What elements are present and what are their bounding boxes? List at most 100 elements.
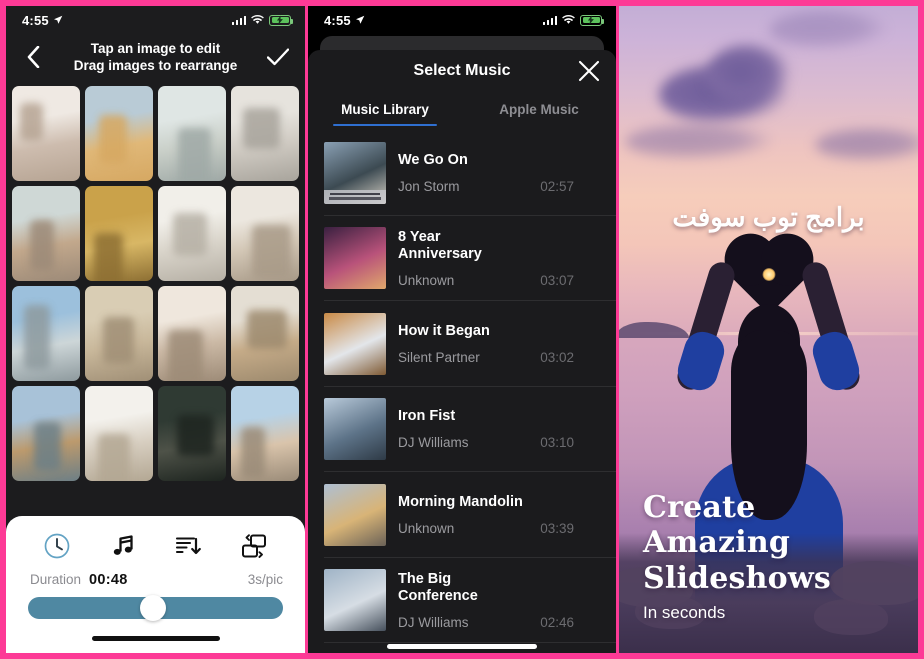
transition-icon [242, 534, 267, 558]
track-artist: Unknown [398, 520, 455, 536]
photo-thumbnail[interactable] [12, 86, 80, 181]
tab-label: Apple Music [499, 101, 579, 117]
duration-tool-button[interactable] [34, 530, 80, 562]
left-phone-panel: 4:55 Tap an image to edit Drag images to… [0, 0, 308, 659]
photo-thumbnail[interactable] [12, 186, 80, 281]
photo-thumbnail[interactable] [158, 386, 226, 481]
album-art [324, 483, 386, 546]
track-meta: The Big Conference DJ Williams 02:46 [398, 571, 602, 630]
sheet-header: Select Music [308, 50, 616, 92]
track-row[interactable]: Iron Fist DJ Williams 03:10 [308, 387, 616, 473]
track-title: How it Began [398, 322, 490, 339]
track-subrow: Silent Partner 03:02 [398, 350, 602, 365]
track-row[interactable]: How it Began Silent Partner 03:02 [308, 301, 616, 387]
music-tool-button[interactable] [100, 530, 146, 562]
track-title: Morning Mandolin [398, 493, 523, 510]
order-tool-button[interactable] [165, 530, 211, 562]
status-bar-left: 4:55 [6, 6, 305, 34]
photo-grid [6, 86, 305, 489]
photo-thumbnail[interactable] [158, 86, 226, 181]
track-duration: 03:07 [540, 272, 574, 288]
track-artist: Silent Partner [398, 349, 480, 365]
clock-icon [44, 533, 70, 559]
photo-thumbnail[interactable] [12, 386, 80, 481]
tab-apple-music[interactable]: Apple Music [462, 92, 616, 126]
right-promo-panel: برامج توب سوفت Create Amazing Slideshows… [616, 0, 924, 659]
left-panel-inner: 4:55 Tap an image to edit Drag images to… [6, 6, 305, 653]
track-meta: We Go On Jon Storm 02:57 [398, 152, 602, 194]
blurred-subject [242, 107, 280, 149]
confirm-button[interactable] [265, 48, 291, 66]
album-art [324, 141, 386, 204]
track-subrow: Unknown 03:07 [398, 273, 602, 288]
photo-thumbnail[interactable] [158, 286, 226, 381]
blurred-subject [178, 127, 212, 181]
duration-slider-wrap [18, 588, 293, 621]
headline-line-1: Create [643, 489, 756, 525]
photo-thumbnail[interactable] [85, 386, 153, 481]
cellular-signal-icon [231, 15, 246, 25]
photo-thumbnail[interactable] [85, 286, 153, 381]
track-artist: DJ Williams [398, 435, 469, 451]
blurred-subject [252, 224, 291, 280]
track-list: We Go On Jon Storm 02:57 8 Year Anniversary… [308, 130, 616, 653]
track-row[interactable]: The Big Conference DJ Williams 02:46 [308, 558, 616, 644]
blurred-subject [167, 329, 203, 381]
transition-tool-button[interactable] [231, 530, 277, 562]
photo-thumbnail[interactable] [158, 186, 226, 281]
track-subrow: DJ Williams 02:46 [398, 615, 602, 630]
album-art [324, 569, 386, 632]
edit-header: Tap an image to edit Drag images to rear… [6, 34, 305, 86]
blurred-subject [241, 426, 265, 480]
photo-thumbnail[interactable] [85, 86, 153, 181]
location-arrow-icon [355, 15, 365, 24]
blurred-subject [33, 422, 61, 472]
album-art [324, 227, 386, 290]
battery-charging-icon [580, 14, 604, 26]
track-row[interactable]: We Go On Jon Storm 02:57 [308, 130, 616, 216]
close-button[interactable] [576, 58, 602, 84]
status-time: 4:55 [22, 12, 49, 28]
page-title-line2: Drag images to rearrange [73, 58, 238, 73]
photo-thumbnail[interactable] [231, 386, 299, 481]
track-artist: Unknown [398, 272, 455, 288]
album-art [324, 398, 386, 461]
promo-artwork: برامج توب سوفت Create Amazing Slideshows… [619, 6, 918, 653]
photo-thumbnail[interactable] [231, 86, 299, 181]
charging-bolt-icon [276, 15, 283, 25]
photo-thumbnail[interactable] [12, 286, 80, 381]
battery-charging-icon [269, 14, 293, 26]
track-title: We Go On [398, 151, 468, 168]
duration-label: Duration [30, 572, 82, 587]
music-note-icon [113, 535, 133, 555]
back-button[interactable] [20, 46, 46, 68]
wifi-icon [562, 15, 575, 24]
blurred-subject [24, 305, 51, 370]
track-row[interactable]: 8 Year Anniversary Unknown 03:07 [308, 216, 616, 302]
tab-music-library[interactable]: Music Library [308, 92, 462, 126]
photo-thumbnail[interactable] [231, 186, 299, 281]
app-screenshot: 4:55 Tap an image to edit Drag images to… [0, 0, 924, 659]
promo-text-block: Create Amazing Slideshows In seconds [643, 490, 904, 623]
cloud-upper [707, 44, 791, 106]
duration-value: 00:48 [89, 572, 128, 588]
photo-thumbnail[interactable] [231, 286, 299, 381]
track-title: Iron Fist [398, 408, 456, 425]
duration-slider-handle[interactable] [139, 595, 166, 621]
track-artist: DJ Williams [398, 614, 469, 630]
track-duration: 03:39 [540, 520, 574, 536]
heart-glow [762, 268, 775, 281]
blurred-subject [93, 232, 124, 281]
track-title: The Big Conference [398, 570, 478, 605]
duration-slider[interactable] [28, 595, 283, 621]
cellular-signal-icon [542, 15, 557, 25]
status-bar-middle: 4:55 [308, 6, 616, 34]
middle-phone-panel: 4:55 Select Music Music Library Apple Mu… [308, 0, 616, 659]
photo-thumbnail[interactable] [85, 186, 153, 281]
status-bar-left-group: 4:55 [22, 13, 63, 28]
blurred-subject [20, 103, 44, 142]
track-duration: 03:02 [540, 349, 574, 365]
status-bar-right-group-middle [542, 14, 604, 26]
wifi-icon [251, 15, 264, 24]
track-row[interactable]: Morning Mandolin Unknown 03:39 [308, 472, 616, 558]
